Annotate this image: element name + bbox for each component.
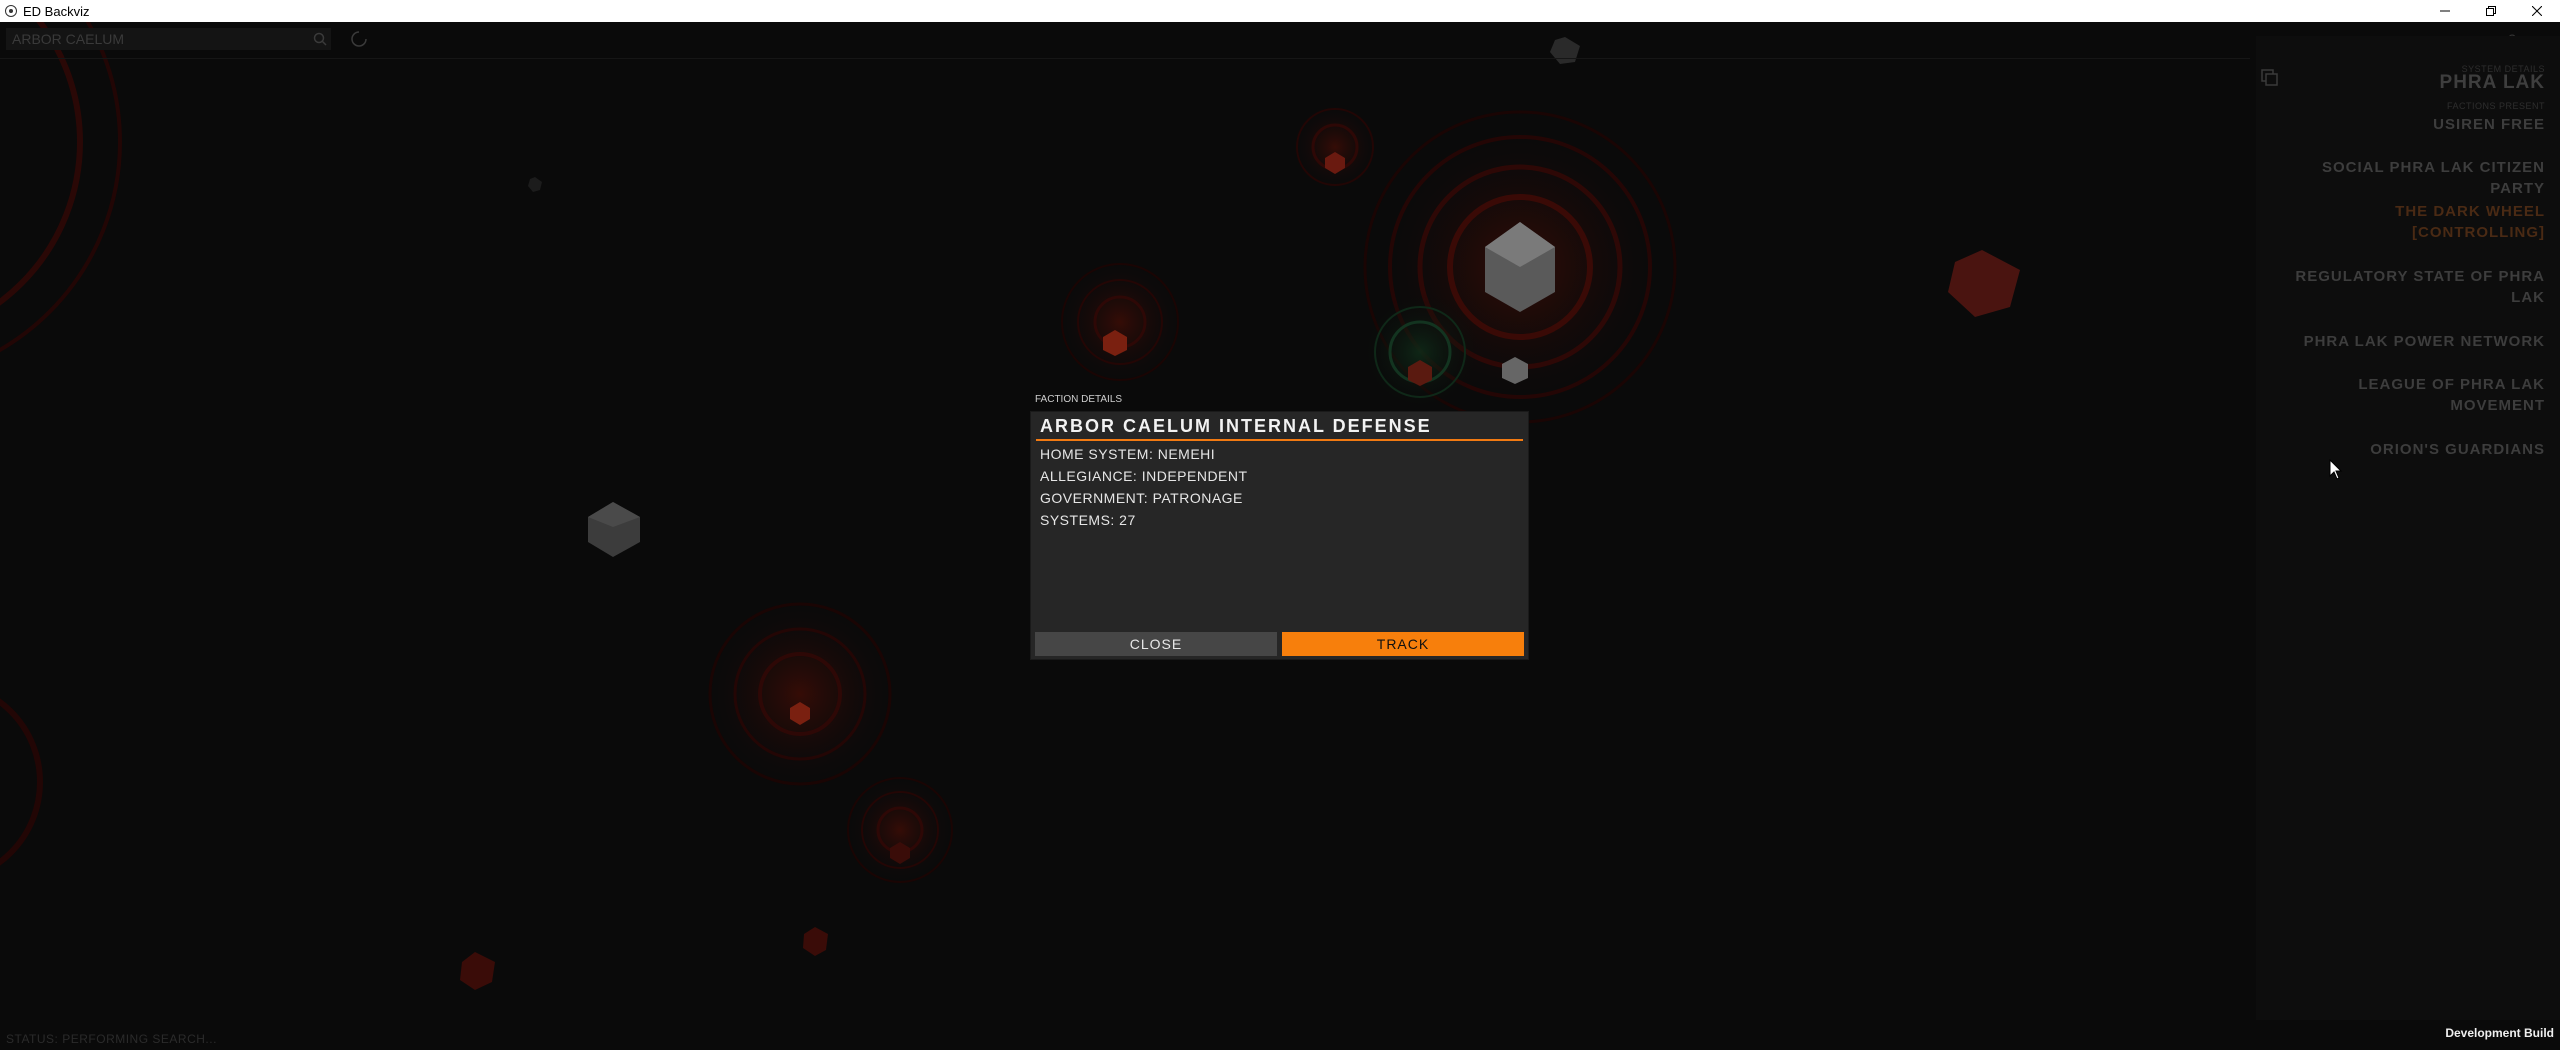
mouse-cursor-icon bbox=[2329, 459, 2343, 480]
loading-spinner-icon bbox=[351, 31, 367, 47]
faction-details-caption: FACTION DETAILS bbox=[1035, 394, 1123, 405]
influence-rings-left bbox=[0, 22, 122, 866]
window-title-bar: ED Backviz bbox=[0, 0, 2560, 22]
faction-item-the-dark-wheel[interactable]: THE DARK WHEEL [CONTROLLING] bbox=[2365, 201, 2545, 243]
copy-icon[interactable] bbox=[2260, 68, 2280, 88]
search-bar bbox=[6, 27, 331, 51]
status-text: STATUS: PERFORMING SEARCH... bbox=[6, 1032, 217, 1046]
search-input[interactable] bbox=[6, 27, 309, 51]
search-button[interactable] bbox=[309, 28, 331, 50]
faction-item-social-phra-lak-citizen-party[interactable]: SOCIAL PHRA LAK CITIZEN PARTY bbox=[2285, 157, 2545, 199]
faction-item-league-of-phra-lak-movement[interactable]: LEAGUE OF PHRA LAK MOVEMENT bbox=[2325, 374, 2545, 416]
track-button[interactable]: TRACK bbox=[1282, 632, 1524, 656]
faction-item-phra-lak-power-network[interactable]: PHRA LAK POWER NETWORK bbox=[2285, 331, 2545, 352]
development-build-label: Development Build bbox=[2445, 1026, 2554, 1040]
close-button[interactable]: CLOSE bbox=[1035, 632, 1277, 656]
restore-icon bbox=[2486, 6, 2496, 16]
faction-item-usiren-free[interactable]: USIREN FREE bbox=[2285, 114, 2545, 135]
faction-item-regulatory-state-of-phra-lak[interactable]: REGULATORY STATE OF PHRA LAK bbox=[2285, 266, 2545, 308]
faction-government: GOVERNMENT: PATRONAGE bbox=[1040, 490, 1243, 506]
close-icon bbox=[2532, 6, 2542, 16]
system-cluster-upper bbox=[1290, 102, 1380, 192]
system-cluster-bottom bbox=[845, 775, 955, 885]
modal-title-divider bbox=[1036, 439, 1523, 441]
toolbar-divider bbox=[0, 58, 2250, 59]
minimize-icon bbox=[2440, 10, 2450, 12]
system-cluster-mid bbox=[1055, 257, 1185, 387]
window-title: ED Backviz bbox=[23, 3, 90, 19]
faction-home-system: HOME SYSTEM: NEMEHI bbox=[1040, 446, 1216, 462]
faction-title: ARBOR CAELUM INTERNAL DEFENSE bbox=[1040, 416, 1432, 436]
close-window-button[interactable] bbox=[2514, 0, 2560, 22]
faction-item-orions-guardians[interactable]: ORION'S GUARDIANS bbox=[2285, 439, 2545, 460]
faction-allegiance: ALLEGIANCE: INDEPENDENT bbox=[1040, 468, 1248, 484]
system-cluster-lower-left bbox=[700, 594, 900, 794]
faction-details-modal: ARBOR CAELUM INTERNAL DEFENSE HOME SYSTE… bbox=[1030, 411, 1529, 660]
minimize-button[interactable] bbox=[2422, 0, 2468, 22]
system-name: PHRA LAK bbox=[2439, 72, 2545, 93]
system-cluster-green bbox=[1360, 292, 1480, 412]
faction-systems-count: SYSTEMS: 27 bbox=[1040, 512, 1136, 528]
restore-button[interactable] bbox=[2468, 0, 2514, 22]
factions-present-caption: FACTIONS PRESENT bbox=[2446, 101, 2545, 111]
search-icon bbox=[313, 32, 327, 46]
app-icon bbox=[5, 5, 17, 17]
